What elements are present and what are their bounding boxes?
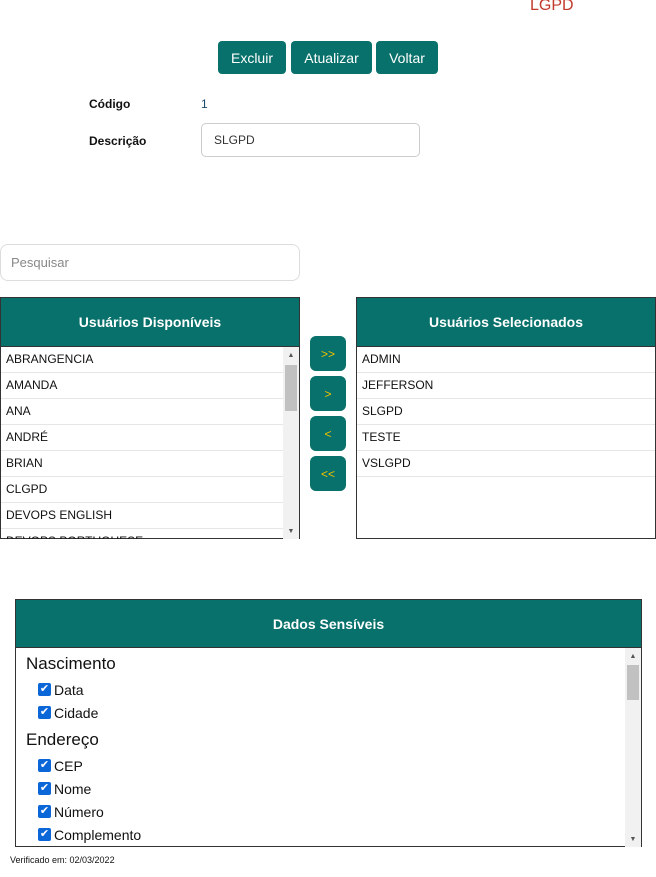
selected-users-panel: Usuários Selecionados ADMIN JEFFERSON SLGP… [356, 297, 656, 539]
move-all-left-button[interactable]: << [310, 456, 346, 491]
data-field-row[interactable]: ✔ Número [38, 800, 641, 823]
available-user-item[interactable]: ABRANGENCIA [1, 347, 299, 373]
description-label: Descrição [89, 134, 147, 148]
data-field-label: Número [54, 803, 104, 820]
checkbox[interactable]: ✔ [38, 828, 51, 841]
available-users-title: Usuários Disponíveis [1, 298, 299, 347]
data-field-label: Cidade [54, 704, 99, 721]
back-button[interactable]: Voltar [376, 41, 438, 74]
data-field-label: Nome [54, 780, 92, 797]
code-label: Código [89, 97, 131, 111]
checkbox[interactable]: ✔ [38, 706, 51, 719]
available-users-scrollbar[interactable]: ▲ ▼ [283, 347, 299, 539]
selected-user-item[interactable]: SLGPD [357, 399, 655, 425]
move-left-button[interactable]: < [310, 416, 346, 451]
available-user-item[interactable]: ANDRÉ [1, 425, 299, 451]
scroll-thumb[interactable] [285, 365, 297, 411]
available-users-list[interactable]: ABRANGENCIA AMANDA ANA ANDRÉ BRIAN CLGPD DEVOP… [1, 347, 299, 539]
available-user-item[interactable]: DEVOPS ENGLISH [1, 503, 299, 529]
data-group-title: Endereço [26, 730, 99, 749]
selected-user-item[interactable]: VSLGPD [357, 451, 655, 477]
data-field-row[interactable]: ✔ Complemento [38, 823, 641, 846]
data-field-label: CEP [54, 757, 83, 774]
code-value: 1 [201, 97, 208, 111]
verified-date: Verificado em: 02/03/2022 [10, 855, 115, 865]
scroll-up-icon[interactable]: ▲ [625, 649, 641, 663]
delete-button[interactable]: Excluir [218, 41, 286, 74]
selected-users-title: Usuários Selecionados [357, 298, 655, 347]
scroll-thumb[interactable] [627, 665, 639, 700]
selected-users-list[interactable]: ADMIN JEFFERSON SLGPD TESTE VSLGPD [357, 347, 655, 539]
page-title: LGPD [530, 0, 574, 14]
move-right-button[interactable]: > [310, 376, 346, 411]
selected-user-item[interactable]: JEFFERSON [357, 373, 655, 399]
data-field-row[interactable]: ✔ Data [38, 678, 641, 701]
available-user-item[interactable]: ANA [1, 399, 299, 425]
data-field-label: Data [54, 681, 84, 698]
available-user-item[interactable]: BRIAN [1, 451, 299, 477]
checkbox[interactable]: ✔ [38, 683, 51, 696]
sensitive-data-list[interactable]: Nascimento ✔ Data ✔ Cidade Endereço ✔ CEP ✔ Nome ✔… [16, 648, 641, 847]
checkbox[interactable]: ✔ [38, 782, 51, 795]
scroll-down-icon[interactable]: ▼ [283, 524, 299, 538]
selected-user-item[interactable]: ADMIN [357, 347, 655, 373]
data-field-row[interactable]: ✔ Nome [38, 777, 641, 800]
description-input[interactable] [201, 123, 420, 157]
available-user-item[interactable]: DEVOPS PORTUGUESE [1, 529, 299, 539]
sensitive-data-panel: Dados Sensíveis Nascimento ✔ Data ✔ Cidade En… [15, 599, 642, 847]
available-user-item[interactable]: CLGPD [1, 477, 299, 503]
scroll-down-icon[interactable]: ▼ [625, 832, 641, 846]
data-field-row[interactable]: ✔ Cidade [38, 701, 641, 724]
data-group-title: Nascimento [26, 654, 116, 673]
checkbox[interactable]: ✔ [38, 805, 51, 818]
update-button[interactable]: Atualizar [291, 41, 372, 74]
sensitive-data-title: Dados Sensíveis [16, 600, 641, 648]
available-users-panel: Usuários Disponíveis ABRANGENCIA AMANDA AN… [0, 297, 300, 539]
data-field-label: Complemento [54, 826, 142, 843]
selected-user-item[interactable]: TESTE [357, 425, 655, 451]
search-input[interactable] [0, 244, 300, 281]
move-all-right-button[interactable]: >> [310, 336, 346, 371]
checkbox[interactable]: ✔ [38, 759, 51, 772]
sensitive-data-scrollbar[interactable]: ▲ ▼ [625, 648, 641, 847]
available-user-item[interactable]: AMANDA [1, 373, 299, 399]
scroll-up-icon[interactable]: ▲ [283, 348, 299, 362]
data-field-row[interactable]: ✔ CEP [38, 754, 641, 777]
